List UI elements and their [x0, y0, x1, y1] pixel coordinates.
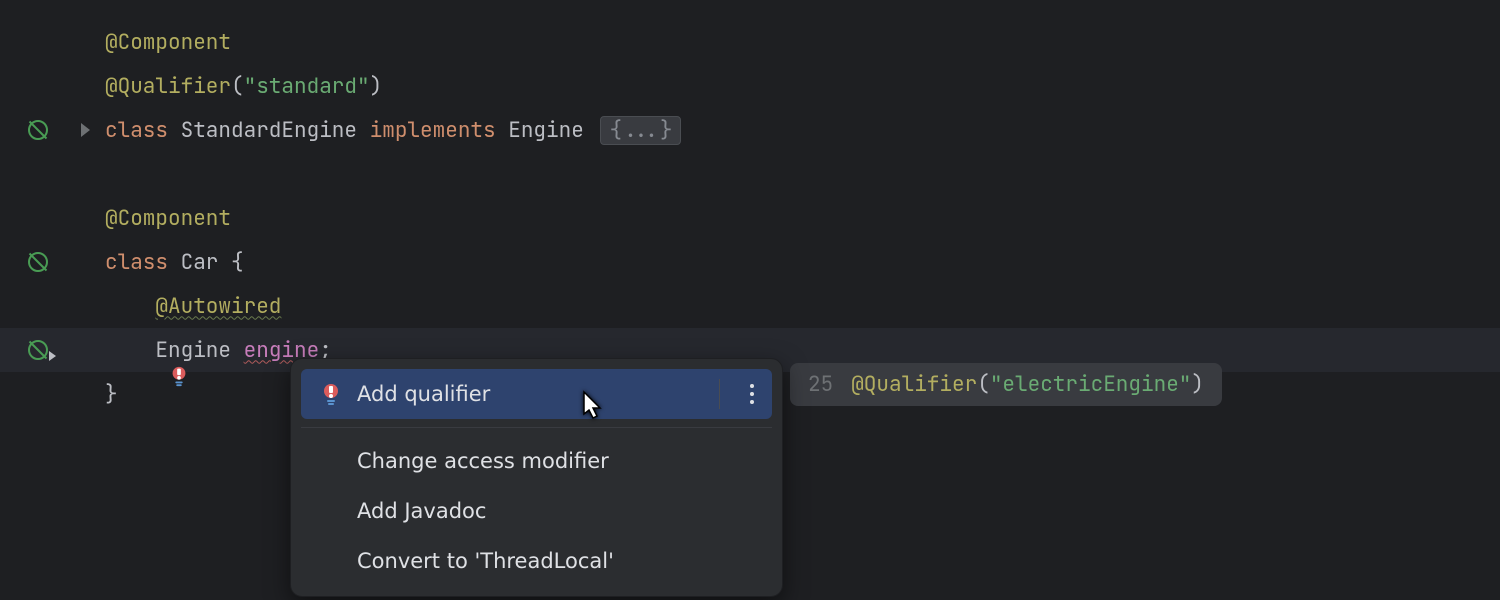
gutter-row — [0, 64, 75, 108]
gutter-row — [0, 152, 75, 196]
gutter-row — [0, 20, 75, 64]
intention-item-label: Convert to 'ThreadLocal' — [357, 549, 614, 573]
intention-item-add-javadoc[interactable]: Add Javadoc — [301, 486, 772, 536]
divider — [719, 379, 720, 409]
folded-region[interactable]: {...} — [600, 116, 681, 145]
code-line: class Car { — [105, 240, 1500, 284]
gutter-row — [0, 372, 75, 416]
code-line: @Component — [105, 20, 1500, 64]
gutter-row[interactable] — [0, 240, 75, 284]
code-line-empty — [105, 152, 1500, 196]
gutter — [0, 0, 75, 600]
code-line: class StandardEngine implements Engine {… — [105, 108, 1500, 152]
hint-line-number: 25 — [808, 371, 833, 398]
error-bulb-icon — [319, 382, 343, 406]
gutter-row[interactable] — [0, 328, 75, 372]
gutter-row — [0, 284, 75, 328]
intention-item-label: Change access modifier — [357, 449, 609, 473]
intention-item-convert-threadlocal[interactable]: Convert to 'ThreadLocal' — [301, 536, 772, 586]
more-options-icon[interactable] — [750, 384, 754, 404]
intention-preview-hint: 25 @Qualifier("electricEngine") — [790, 363, 1222, 406]
intention-item-add-qualifier[interactable]: Add qualifier — [301, 369, 772, 419]
code-area[interactable]: @Component @Qualifier("standard") class … — [75, 0, 1500, 600]
intention-item-label: Add qualifier — [357, 382, 490, 406]
gutter-row[interactable] — [0, 108, 75, 152]
hint-code: @Qualifier("electricEngine") — [851, 371, 1204, 398]
intention-item-change-access[interactable]: Change access modifier — [301, 436, 772, 486]
string-literal: "standard" — [244, 73, 370, 100]
code-line: @Autowired — [105, 284, 1500, 328]
intention-bulb-icon[interactable] — [67, 338, 89, 360]
popup-separator — [301, 427, 772, 428]
annotation: @Autowired — [155, 293, 281, 320]
bean-gutter-icon[interactable] — [28, 120, 48, 140]
code-line: @Component — [105, 196, 1500, 240]
annotation: @Component — [105, 29, 231, 56]
annotation: @Qualifier — [105, 73, 231, 100]
bean-gutter-icon[interactable] — [28, 252, 48, 272]
intention-popup[interactable]: Add qualifier Change access modifier Add… — [290, 358, 783, 597]
fold-chevron-icon[interactable] — [81, 123, 90, 137]
gutter-row — [0, 196, 75, 240]
intention-item-label: Add Javadoc — [357, 499, 486, 523]
annotation: @Component — [105, 205, 231, 232]
code-line: @Qualifier("standard") — [105, 64, 1500, 108]
autowired-gutter-icon[interactable] — [28, 340, 48, 360]
